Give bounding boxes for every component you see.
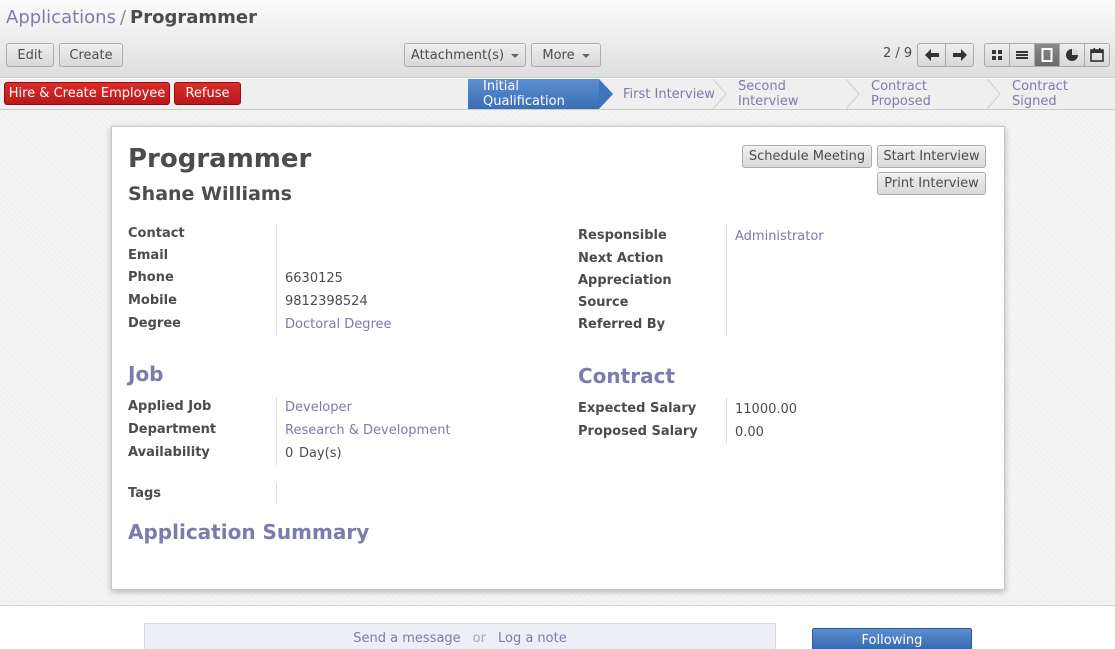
- next-record-button[interactable]: [945, 43, 974, 67]
- referred-by-label: Referred By: [578, 317, 666, 332]
- attachments-dropdown[interactable]: Attachment(s): [404, 43, 526, 67]
- expected-salary-field[interactable]: 11000.00: [735, 402, 797, 417]
- stage-initial-qualification[interactable]: Initial Qualification: [468, 79, 599, 109]
- field-separator: [276, 397, 277, 465]
- previous-record-button[interactable]: [917, 43, 946, 67]
- chatter-composer: Send a message or Log a note: [144, 623, 776, 649]
- field-separator: [726, 224, 727, 336]
- stage-separator-icon: [713, 79, 727, 109]
- edit-button[interactable]: Edit: [6, 43, 54, 67]
- form-view-icon: [1041, 48, 1053, 62]
- degree-field[interactable]: Doctoral Degree: [285, 317, 392, 332]
- kanban-view-icon: [992, 50, 1002, 60]
- applicant-name: Shane Williams: [128, 183, 292, 205]
- proposed-salary-field[interactable]: 0.00: [735, 425, 764, 440]
- breadcrumb-applications[interactable]: Applications: [6, 7, 116, 28]
- caret-down-icon: [511, 54, 520, 58]
- appreciation-label: Appreciation: [578, 273, 672, 288]
- following-button[interactable]: Following: [812, 628, 972, 649]
- phone-field[interactable]: 6630125: [285, 271, 343, 286]
- field-separator: [276, 483, 277, 504]
- mobile-label: Mobile: [128, 293, 177, 308]
- arrow-left-icon: [924, 49, 939, 61]
- attachments-label: Attachment(s): [410, 47, 505, 63]
- contract-section-heading: Contract: [578, 364, 675, 388]
- schedule-meeting-button[interactable]: Schedule Meeting: [742, 145, 872, 168]
- control-panel: Applications / Programmer Edit Create Atta…: [0, 0, 1115, 78]
- responsible-label: Responsible: [578, 228, 667, 243]
- department-label: Department: [128, 422, 217, 437]
- create-button[interactable]: Create: [59, 43, 123, 67]
- print-interview-button[interactable]: Print Interview: [877, 172, 986, 195]
- availability-unit: Day(s): [299, 446, 342, 461]
- more-dropdown[interactable]: More: [531, 43, 601, 67]
- field-separator: [726, 398, 727, 443]
- expected-salary-label: Expected Salary: [578, 401, 697, 416]
- form-view-button[interactable]: [1034, 43, 1060, 67]
- status-bar: Hire & Create Employee Refuse Initial Qu…: [0, 79, 1115, 110]
- start-interview-button[interactable]: Start Interview: [877, 145, 986, 168]
- next-action-label: Next Action: [578, 251, 664, 266]
- availability-label: Availability: [128, 445, 210, 460]
- breadcrumb-separator: /: [119, 7, 127, 28]
- chatter-or: or: [472, 630, 486, 646]
- breadcrumb: Applications / Programmer: [6, 7, 257, 28]
- applied-job-label: Applied Job: [128, 399, 212, 414]
- calendar-view-icon: [1090, 48, 1104, 62]
- proposed-salary-label: Proposed Salary: [578, 424, 698, 439]
- caret-down-icon: [581, 54, 590, 58]
- stage-second-interview[interactable]: Second Interview: [738, 79, 843, 109]
- arrow-right-icon: [952, 49, 967, 61]
- job-section-heading: Job: [128, 362, 164, 386]
- degree-label: Degree: [128, 316, 181, 331]
- stage-contract-signed[interactable]: Contract Signed: [1012, 79, 1112, 109]
- calendar-view-button[interactable]: [1084, 43, 1110, 67]
- job-title: Programmer: [128, 144, 312, 174]
- stage-separator-icon: [846, 79, 860, 109]
- pager-value: 2 / 9: [883, 46, 913, 61]
- field-separator: [276, 224, 277, 336]
- send-message-link[interactable]: Send a message: [353, 631, 460, 646]
- graph-view-button[interactable]: [1059, 43, 1085, 67]
- stage-contract-proposed[interactable]: Contract Proposed: [871, 79, 981, 109]
- hire-create-employee-button[interactable]: Hire & Create Employee: [4, 82, 170, 105]
- refuse-button[interactable]: Refuse: [174, 82, 241, 105]
- availability-field[interactable]: 0: [285, 446, 293, 461]
- log-note-link[interactable]: Log a note: [498, 631, 567, 646]
- list-view-icon: [1016, 51, 1028, 59]
- department-field[interactable]: Research & Development: [285, 423, 451, 438]
- source-label: Source: [578, 295, 629, 310]
- contact-label: Contact: [128, 226, 185, 241]
- graph-view-icon: [1066, 49, 1078, 61]
- tags-label: Tags: [128, 486, 162, 501]
- responsible-field[interactable]: Administrator: [735, 229, 824, 244]
- list-view-button[interactable]: [1009, 43, 1035, 67]
- breadcrumb-current: Programmer: [130, 7, 257, 28]
- applied-job-field[interactable]: Developer: [285, 400, 352, 415]
- kanban-view-button[interactable]: [984, 43, 1010, 67]
- stage-first-interview[interactable]: First Interview: [623, 79, 718, 109]
- stage-separator-icon: [987, 79, 1001, 109]
- more-label: More: [542, 47, 575, 63]
- phone-label: Phone: [128, 270, 174, 285]
- stage-arrow-icon: [599, 79, 613, 109]
- mobile-field[interactable]: 9812398524: [285, 294, 368, 309]
- application-summary-heading: Application Summary: [128, 520, 370, 544]
- email-label: Email: [128, 248, 169, 263]
